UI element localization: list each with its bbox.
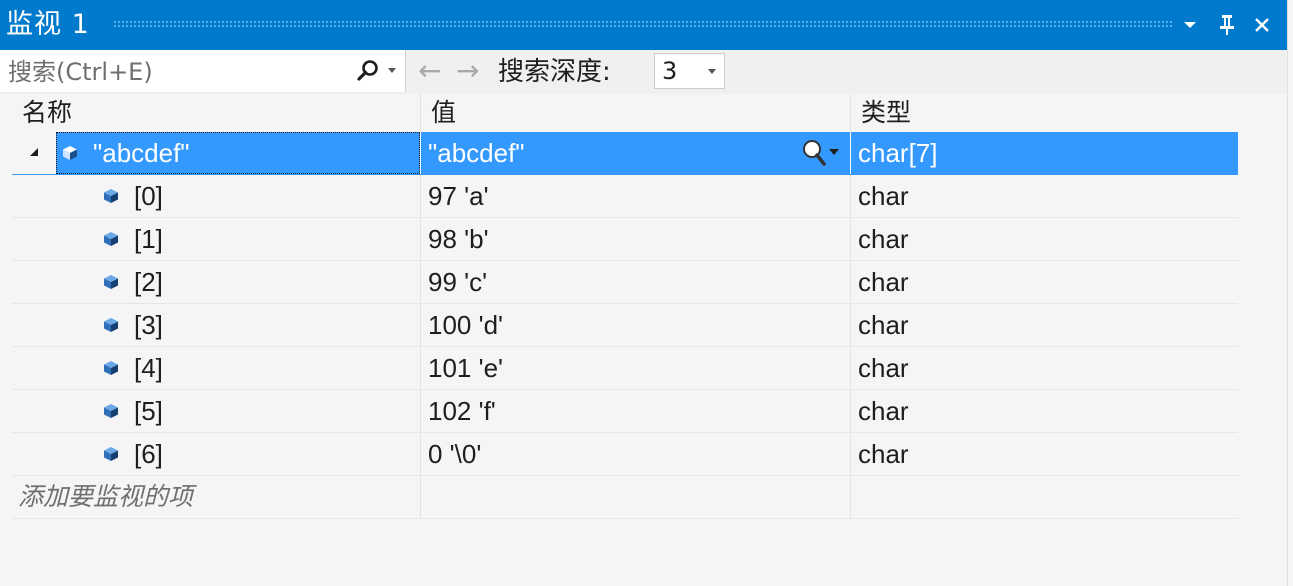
table-row[interactable]: "abcdef" "abcdef" char[7] — [12, 132, 1238, 175]
add-watch-type-cell — [850, 476, 1238, 518]
row-name: [3] — [134, 310, 163, 340]
row-name: [2] — [134, 267, 163, 297]
row-name: [6] — [134, 439, 163, 469]
variable-icon — [104, 275, 118, 289]
row-value[interactable]: 99 'c' — [420, 261, 850, 303]
grid-header: 名称 值 类型 — [12, 94, 1238, 132]
table-row[interactable]: [6] 0 '\0' char — [12, 433, 1238, 476]
search-options-dropdown[interactable] — [388, 68, 396, 73]
add-watch-row[interactable]: 添加要监视的项 — [12, 476, 1238, 519]
search-box[interactable] — [0, 50, 406, 92]
variable-icon — [104, 189, 118, 203]
window-title: 监视 1 — [6, 9, 90, 40]
chevron-down-icon — [1184, 22, 1196, 28]
row-value-cell[interactable]: "abcdef" — [420, 132, 850, 174]
row-name: [5] — [134, 396, 163, 426]
watch-window: 监视 1 ← → 搜索深度: — [0, 0, 1293, 586]
row-type: char — [850, 175, 1238, 217]
row-type: char — [850, 390, 1238, 432]
variable-icon — [104, 404, 118, 418]
pin-button[interactable] — [1213, 10, 1241, 40]
close-icon — [1255, 18, 1269, 32]
row-value[interactable]: 101 'e' — [420, 347, 850, 389]
row-name-cell[interactable]: "abcdef" — [56, 132, 420, 174]
table-row[interactable]: [2] 99 'c' char — [12, 261, 1238, 304]
table-row[interactable]: [4] 101 'e' char — [12, 347, 1238, 390]
row-name: [0] — [134, 181, 163, 211]
row-name: "abcdef" — [93, 138, 190, 168]
table-row[interactable]: [3] 100 'd' char — [12, 304, 1238, 347]
search-depth-label: 搜索深度: — [498, 57, 611, 87]
table-row[interactable]: [5] 102 'f' char — [12, 390, 1238, 433]
row-value[interactable]: 97 'a' — [420, 175, 850, 217]
search-forward-button[interactable]: → — [456, 56, 479, 86]
title-grip — [113, 20, 1173, 29]
panel-right-edge — [1287, 0, 1293, 586]
collapse-triangle-icon[interactable] — [29, 147, 39, 157]
row-value[interactable]: 102 'f' — [420, 390, 850, 432]
search-icon[interactable] — [355, 58, 381, 84]
variable-icon — [104, 318, 118, 332]
chevron-down-icon — [708, 69, 716, 74]
search-depth-select[interactable]: 3 — [654, 53, 725, 89]
search-input[interactable] — [6, 54, 340, 90]
column-header-type[interactable]: 类型 — [850, 94, 1238, 132]
row-type: char — [850, 433, 1238, 475]
pin-icon — [1220, 15, 1234, 35]
watch-toolbar: ← → 搜索深度: 3 — [0, 50, 1287, 94]
row-type: char — [850, 304, 1238, 346]
search-depth-value: 3 — [662, 57, 678, 85]
row-value[interactable]: 100 'd' — [420, 304, 850, 346]
add-watch-value-cell — [420, 476, 850, 518]
row-value: "abcdef" — [428, 138, 525, 168]
search-back-button[interactable]: ← — [418, 56, 441, 86]
table-row[interactable]: [0] 97 'a' char — [12, 175, 1238, 218]
row-type: char — [850, 261, 1238, 303]
row-type: char[7] — [858, 138, 938, 168]
row-value[interactable]: 98 'b' — [420, 218, 850, 260]
row-type: char — [850, 347, 1238, 389]
window-title-bar[interactable]: 监视 1 — [0, 0, 1287, 50]
window-menu-button[interactable] — [1176, 10, 1204, 40]
visualizer-magnifier-icon[interactable] — [798, 137, 842, 169]
variable-icon — [63, 146, 77, 160]
row-type: char — [850, 218, 1238, 260]
column-header-name[interactable]: 名称 — [12, 94, 420, 132]
variable-icon — [104, 232, 118, 246]
variable-icon — [104, 361, 118, 375]
add-watch-placeholder[interactable]: 添加要监视的项 — [18, 476, 193, 518]
row-name: [4] — [134, 353, 163, 383]
table-row[interactable]: [1] 98 'b' char — [12, 218, 1238, 261]
variable-icon — [104, 447, 118, 461]
close-button[interactable] — [1248, 10, 1276, 40]
column-header-value[interactable]: 值 — [420, 94, 850, 132]
watch-grid: 名称 值 类型 "abcdef" "abcdef" char[7] [0] 97… — [12, 94, 1238, 519]
row-name: [1] — [134, 224, 163, 254]
row-value[interactable]: 0 '\0' — [420, 433, 850, 475]
row-type-cell: char[7] — [850, 132, 1238, 174]
